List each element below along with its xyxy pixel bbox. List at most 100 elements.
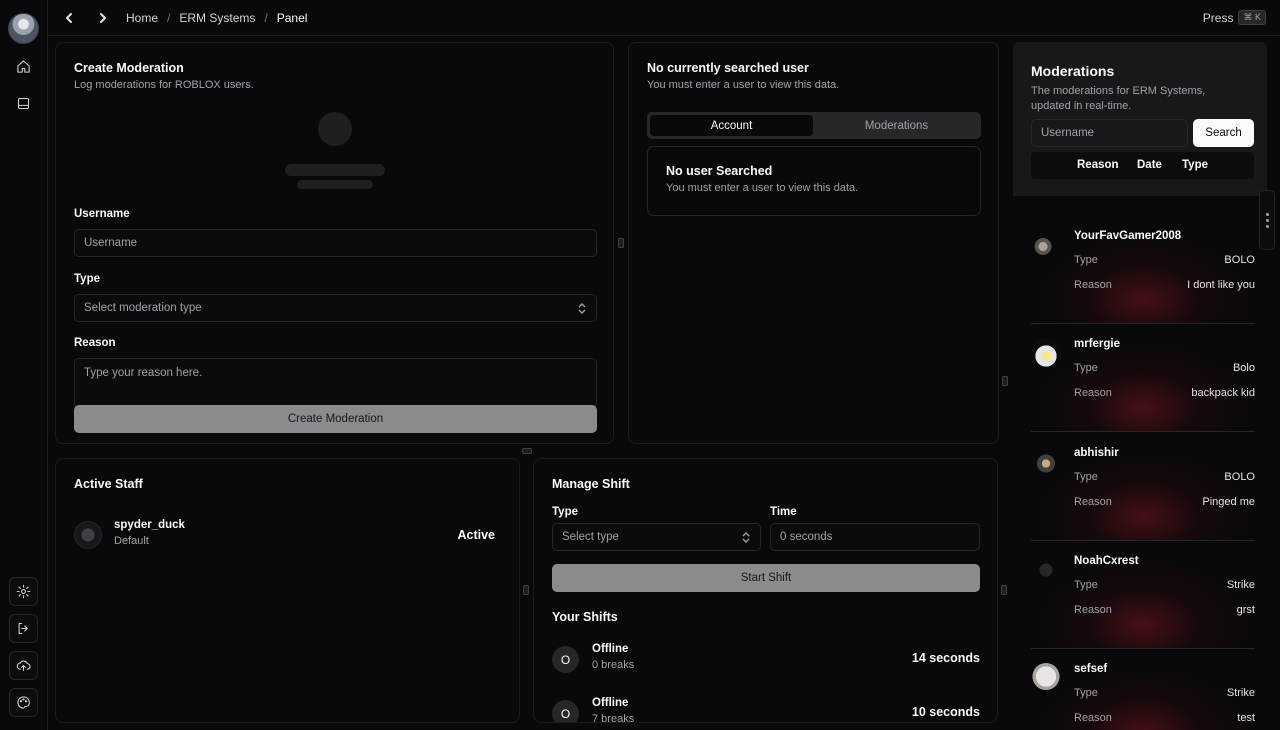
user-avatar (1031, 447, 1061, 477)
list-item[interactable]: sefsef Type Strike Reason test (1031, 663, 1255, 730)
top-bar: Home / ERM Systems / Panel Press ⌘ K (48, 0, 1280, 36)
moderation-username: sefsef (1074, 663, 1108, 675)
create-moderation-button[interactable]: Create Moderation (74, 405, 597, 433)
moderation-type-row: Type BOLO (1074, 254, 1255, 266)
user-avatar (1031, 230, 1061, 260)
staff-role: Default (114, 535, 149, 547)
shift-breaks: 7 breaks (592, 713, 635, 723)
palette-icon[interactable] (9, 688, 38, 717)
moderation-type-select[interactable]: Select moderation type (74, 294, 597, 322)
moderation-reason-value: backpack kid (1191, 387, 1255, 399)
moderation-username: abhishir (1074, 447, 1119, 459)
cloud-sync-icon[interactable] (9, 651, 38, 680)
manage-shift-title: Manage Shift (552, 477, 630, 491)
column-reason[interactable]: Reason (1077, 159, 1119, 171)
shift-duration: 14 seconds (911, 651, 980, 665)
home-icon[interactable] (9, 52, 38, 81)
shift-type-label: Type (552, 506, 578, 518)
side-rail (0, 0, 48, 730)
reason-label: Reason (74, 337, 116, 349)
search-button[interactable]: Search (1193, 119, 1254, 147)
forward-chevron-icon[interactable] (92, 7, 114, 29)
list-item[interactable]: YourFavGamer2008 Type BOLO Reason I dont l… (1031, 230, 1255, 324)
type-placeholder: Select moderation type (84, 302, 202, 314)
breadcrumb-erm-systems[interactable]: ERM Systems (179, 11, 255, 25)
shift-type-select[interactable]: Select type (552, 523, 761, 551)
panel-icon[interactable] (9, 89, 38, 118)
logout-icon[interactable] (9, 614, 38, 643)
user-avatar (1031, 555, 1061, 585)
start-shift-button[interactable]: Start Shift (552, 564, 980, 592)
moderation-username: NoahCxrest (1074, 555, 1139, 567)
moderations-subtitle: The moderations for ERM Systems, (1031, 85, 1206, 97)
manage-shift-panel: Manage Shift Type Select type Time 0 sec… (533, 458, 998, 723)
user-avatar (1031, 338, 1061, 368)
reason-key: Reason (1074, 496, 1112, 508)
command-palette-hint[interactable]: Press ⌘ K (1203, 10, 1266, 25)
empty-state-subtitle: You must enter a user to view this data. (666, 182, 859, 194)
type-key: Type (1074, 687, 1098, 699)
moderation-reason-row: Reason backpack kid (1074, 387, 1255, 399)
moderations-header-panel: Moderations The moderations for ERM Syst… (1013, 42, 1267, 196)
moderation-type-row: Type BOLO (1074, 471, 1255, 483)
empty-state-title: No user Searched (666, 164, 773, 178)
moderation-reason-row: Reason test (1074, 712, 1255, 724)
back-chevron-icon[interactable] (58, 7, 80, 29)
moderation-type-value: Bolo (1232, 362, 1255, 374)
tab-moderations[interactable]: Moderations (815, 115, 978, 136)
user-avatar[interactable] (8, 13, 39, 44)
create-moderation-subtitle: Log moderations for ROBLOX users. (74, 79, 254, 91)
reason-textarea[interactable]: Type your reason here. (74, 358, 597, 408)
username-label: Username (74, 208, 130, 220)
select-chevron-icon (578, 303, 586, 314)
moderation-type-row: Type Strike (1074, 579, 1255, 591)
breadcrumb-home[interactable]: Home (126, 11, 158, 25)
resize-handle[interactable] (1001, 585, 1007, 595)
shift-row[interactable]: O Offline 0 breaks 14 seconds (552, 639, 980, 679)
moderation-reason-row: Reason I dont like you (1074, 279, 1255, 291)
tab-account[interactable]: Account (650, 115, 813, 136)
resize-handle[interactable] (523, 585, 529, 595)
moderations-title: Moderations (1031, 63, 1115, 79)
column-type[interactable]: Type (1182, 159, 1208, 171)
staff-name: spyder_duck (114, 519, 185, 531)
more-vertical-icon[interactable] (1259, 190, 1275, 250)
moderation-type-value: BOLO (1224, 254, 1255, 266)
resize-handle[interactable] (522, 448, 532, 454)
moderation-type-row: Type Strike (1074, 687, 1255, 699)
moderation-username: mrfergie (1074, 338, 1121, 350)
type-label: Type (74, 273, 100, 285)
searched-user-panel: No currently searched user You must ente… (628, 42, 999, 444)
type-key: Type (1074, 362, 1098, 374)
resize-handle[interactable] (1002, 376, 1008, 386)
moderation-type-row: Type Bolo (1074, 362, 1255, 374)
column-date[interactable]: Date (1137, 159, 1162, 171)
breadcrumb-panel: Panel (276, 10, 308, 25)
reason-key: Reason (1074, 604, 1112, 616)
reason-key: Reason (1074, 387, 1112, 399)
resize-handle[interactable] (618, 238, 624, 248)
user-avatar (1031, 663, 1061, 693)
moderations-search-input[interactable]: Username (1031, 119, 1188, 147)
list-item[interactable]: NoahCxrest Type Strike Reason grst (1031, 555, 1255, 649)
moderation-reason-value: Pinged me (1202, 496, 1255, 508)
type-key: Type (1074, 579, 1098, 591)
list-item[interactable]: mrfergie Type Bolo Reason backpack kid (1031, 338, 1255, 432)
name-skeleton (285, 164, 385, 176)
breadcrumb-separator: / (264, 10, 268, 25)
app-root: Home / ERM Systems / Panel Press ⌘ K Cre… (0, 0, 1280, 730)
select-chevron-icon (742, 532, 750, 543)
shift-row[interactable]: O Offline 7 breaks 10 seconds (552, 693, 980, 723)
avatar-skeleton (318, 112, 352, 146)
reason-placeholder: Type your reason here. (84, 367, 203, 379)
your-shifts-title: Your Shifts (552, 610, 618, 624)
shift-status: Offline (592, 643, 629, 655)
list-item[interactable]: abhishir Type BOLO Reason Pinged me (1031, 447, 1255, 541)
moderations-list: YourFavGamer2008 Type BOLO Reason I dont l… (1013, 196, 1267, 730)
username-input[interactable]: Username (74, 229, 597, 257)
reason-key: Reason (1074, 279, 1112, 291)
active-staff-panel: Active Staff spyder_duck Default Active (55, 458, 520, 723)
shift-status-icon: O (552, 646, 579, 673)
settings-gear-icon[interactable] (9, 577, 38, 606)
searched-user-title: No currently searched user (647, 61, 809, 75)
